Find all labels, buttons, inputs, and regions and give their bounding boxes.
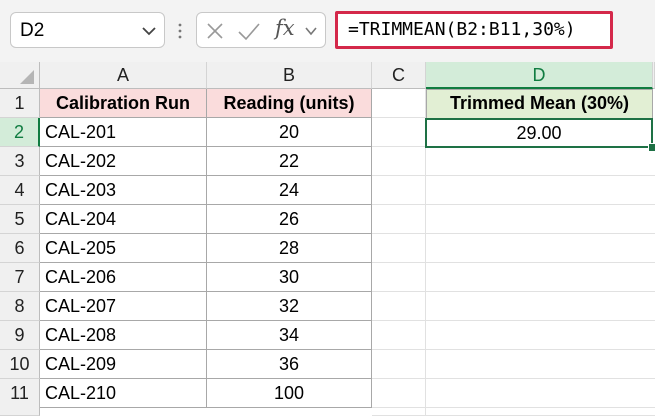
select-all-corner[interactable]	[0, 62, 40, 89]
cell-d1[interactable]: Trimmed Mean (30%)	[426, 89, 653, 119]
name-box[interactable]: D2	[10, 12, 165, 48]
row-header[interactable]: 6	[0, 234, 40, 263]
row-header[interactable]: 2	[0, 118, 40, 147]
chevron-down-icon[interactable]	[303, 24, 319, 38]
cell-a8[interactable]: CAL-207	[40, 292, 207, 321]
row-header[interactable]: 10	[0, 350, 40, 379]
cell-a4[interactable]: CAL-203	[40, 176, 207, 205]
empty-cells-d[interactable]	[426, 147, 655, 416]
chevron-down-icon[interactable]	[140, 23, 158, 39]
cell-a5[interactable]: CAL-204	[40, 205, 207, 234]
cell-b4[interactable]: 24	[207, 176, 372, 205]
column-header-a[interactable]: A	[40, 62, 207, 89]
row-header[interactable]: 9	[0, 321, 40, 350]
column-header-d[interactable]: D	[426, 62, 653, 89]
row-header[interactable]: 3	[0, 147, 40, 176]
row-header[interactable]: 11	[0, 379, 40, 416]
empty-cells-c[interactable]	[372, 147, 426, 416]
cell-b5[interactable]: 26	[207, 205, 372, 234]
fill-handle[interactable]	[648, 143, 655, 152]
cell-b6[interactable]: 28	[207, 234, 372, 263]
select-all-triangle-icon	[20, 70, 34, 84]
cell-a2[interactable]: CAL-201	[40, 118, 207, 147]
cancel-icon[interactable]	[205, 21, 225, 41]
cell-a9[interactable]: CAL-208	[40, 321, 207, 350]
cell-b2[interactable]: 20	[207, 118, 372, 147]
cell-b7[interactable]: 30	[207, 263, 372, 292]
row-header[interactable]: 7	[0, 263, 40, 292]
cell-d2-selected[interactable]: 29.00	[425, 118, 653, 148]
formula-controls: fx	[196, 12, 326, 48]
formula-bar: D2 fx =TRIMMEAN(B2:B11,30%)	[0, 0, 655, 62]
cell-a7[interactable]: CAL-206	[40, 263, 207, 292]
column-header-c[interactable]: C	[372, 62, 426, 89]
formula-input[interactable]: =TRIMMEAN(B2:B11,30%)	[335, 11, 613, 49]
cell-b11[interactable]: 100	[207, 379, 372, 408]
cell-a1[interactable]: Calibration Run	[40, 89, 207, 118]
name-box-value: D2	[20, 20, 45, 41]
row-header[interactable]: 4	[0, 176, 40, 205]
more-options-icon[interactable]	[177, 22, 183, 40]
cell-c2[interactable]	[372, 118, 426, 147]
enter-check-icon[interactable]	[237, 21, 261, 41]
column-header-b[interactable]: B	[207, 62, 372, 89]
cell-b3[interactable]: 22	[207, 147, 372, 176]
cell-b10[interactable]: 36	[207, 350, 372, 379]
cell-c1[interactable]	[372, 89, 426, 118]
row-header[interactable]: 8	[0, 292, 40, 321]
cell-a3[interactable]: CAL-202	[40, 147, 207, 176]
cell-b1[interactable]: Reading (units)	[207, 89, 372, 118]
cell-a10[interactable]: CAL-209	[40, 350, 207, 379]
cell-a6[interactable]: CAL-205	[40, 234, 207, 263]
insert-function-icon[interactable]: fx	[275, 16, 295, 40]
cell-b8[interactable]: 32	[207, 292, 372, 321]
cell-a11[interactable]: CAL-210	[40, 379, 207, 408]
row-header[interactable]: 1	[0, 89, 40, 118]
row-header[interactable]: 5	[0, 205, 40, 234]
cell-b9[interactable]: 34	[207, 321, 372, 350]
